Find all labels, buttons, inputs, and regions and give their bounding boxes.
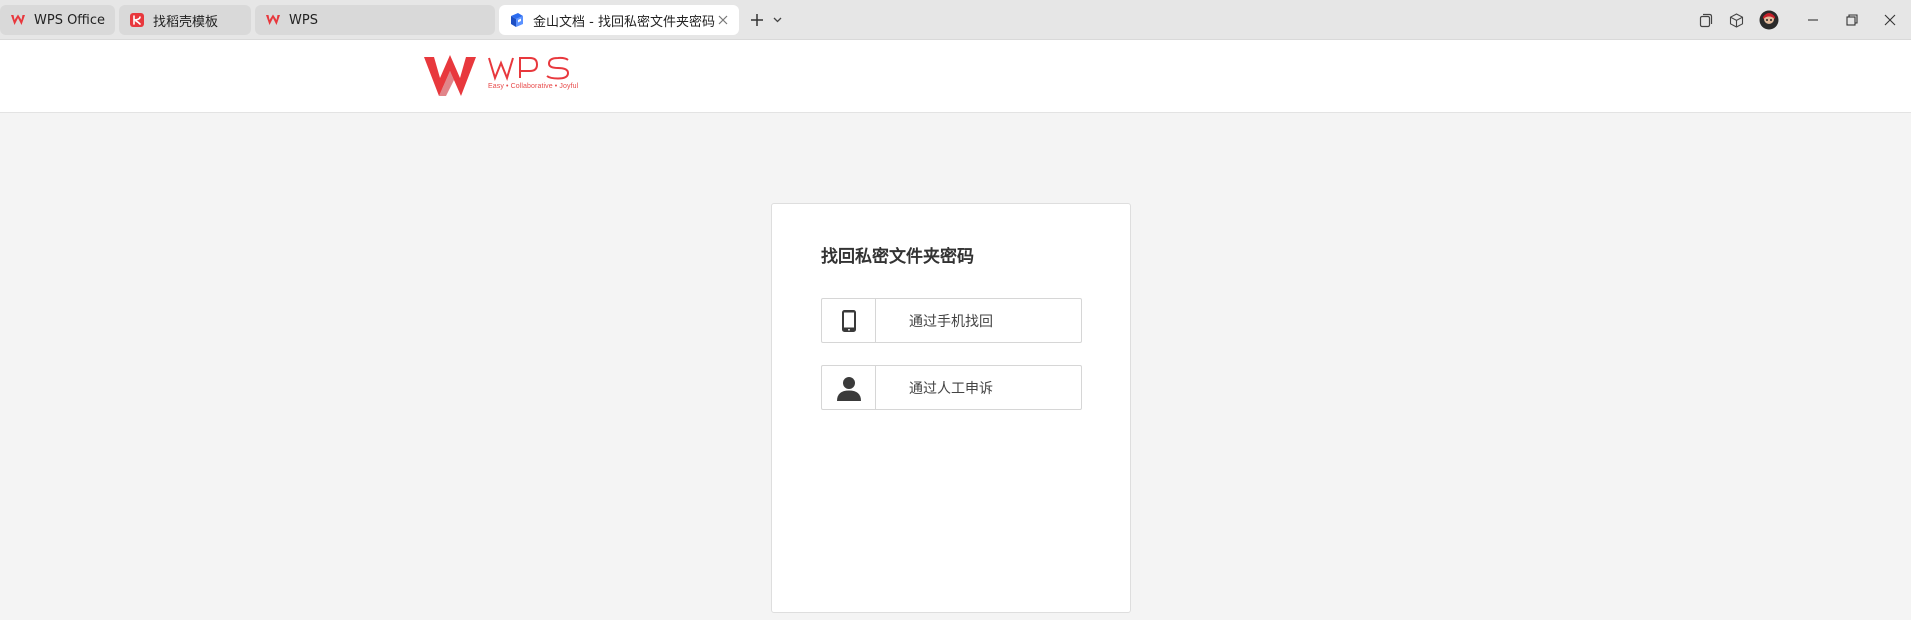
close-window-icon[interactable] [1880,8,1900,32]
restore-icon[interactable] [1842,8,1862,32]
cube-icon[interactable] [1726,8,1746,32]
wps-icon [266,14,280,25]
wps-logo-mark [424,55,476,96]
tab-kdocs-recover-password[interactable]: 金山文档 - 找回私密文件夹密码 [499,5,739,35]
logo-word [488,56,570,82]
option-label: 通过人工申诉 [909,380,993,397]
tab-label: WPS Office [34,12,106,28]
option-label: 通过手机找回 [909,313,993,330]
tab-overview-icon[interactable] [1695,8,1715,32]
tab-wps[interactable]: WPS [255,5,495,35]
kdocs-icon [511,13,523,27]
site-header: Easy • Collaborative • Joyful [0,40,1911,113]
docer-icon [130,13,144,27]
page-title: 找回私密文件夹密码 [821,247,974,267]
tab-label: WPS [289,12,318,28]
plus-icon[interactable] [748,8,766,32]
wps-icon [11,14,25,25]
recover-password-card: 找回私密文件夹密码 通过手机找回 通过人工申诉 [771,203,1131,613]
phone-icon [822,299,876,342]
close-tab-icon[interactable] [715,12,731,28]
browser-tab-bar: WPS Office 找稻壳模板 WPS 金山文档 - 找回私密文件夹密码 [0,0,1911,40]
wps-logo[interactable]: Easy • Collaborative • Joyful [424,54,578,98]
tab-docer-templates[interactable]: 找稻壳模板 [119,5,251,35]
avatar[interactable] [1758,8,1780,32]
logo-text: Easy • Collaborative • Joyful [488,54,578,90]
minimize-icon[interactable] [1803,8,1823,32]
recover-by-phone-button[interactable]: 通过手机找回 [821,298,1082,343]
tab-label: 金山文档 - 找回私密文件夹密码 [533,14,715,30]
manual-appeal-button[interactable]: 通过人工申诉 [821,365,1082,410]
chevron-down-icon[interactable] [770,8,784,32]
logo-tagline: Easy • Collaborative • Joyful [488,83,579,90]
tab-wps-office[interactable]: WPS Office [0,5,115,35]
user-icon [822,366,876,409]
tab-label: 找稻壳模板 [153,14,219,30]
